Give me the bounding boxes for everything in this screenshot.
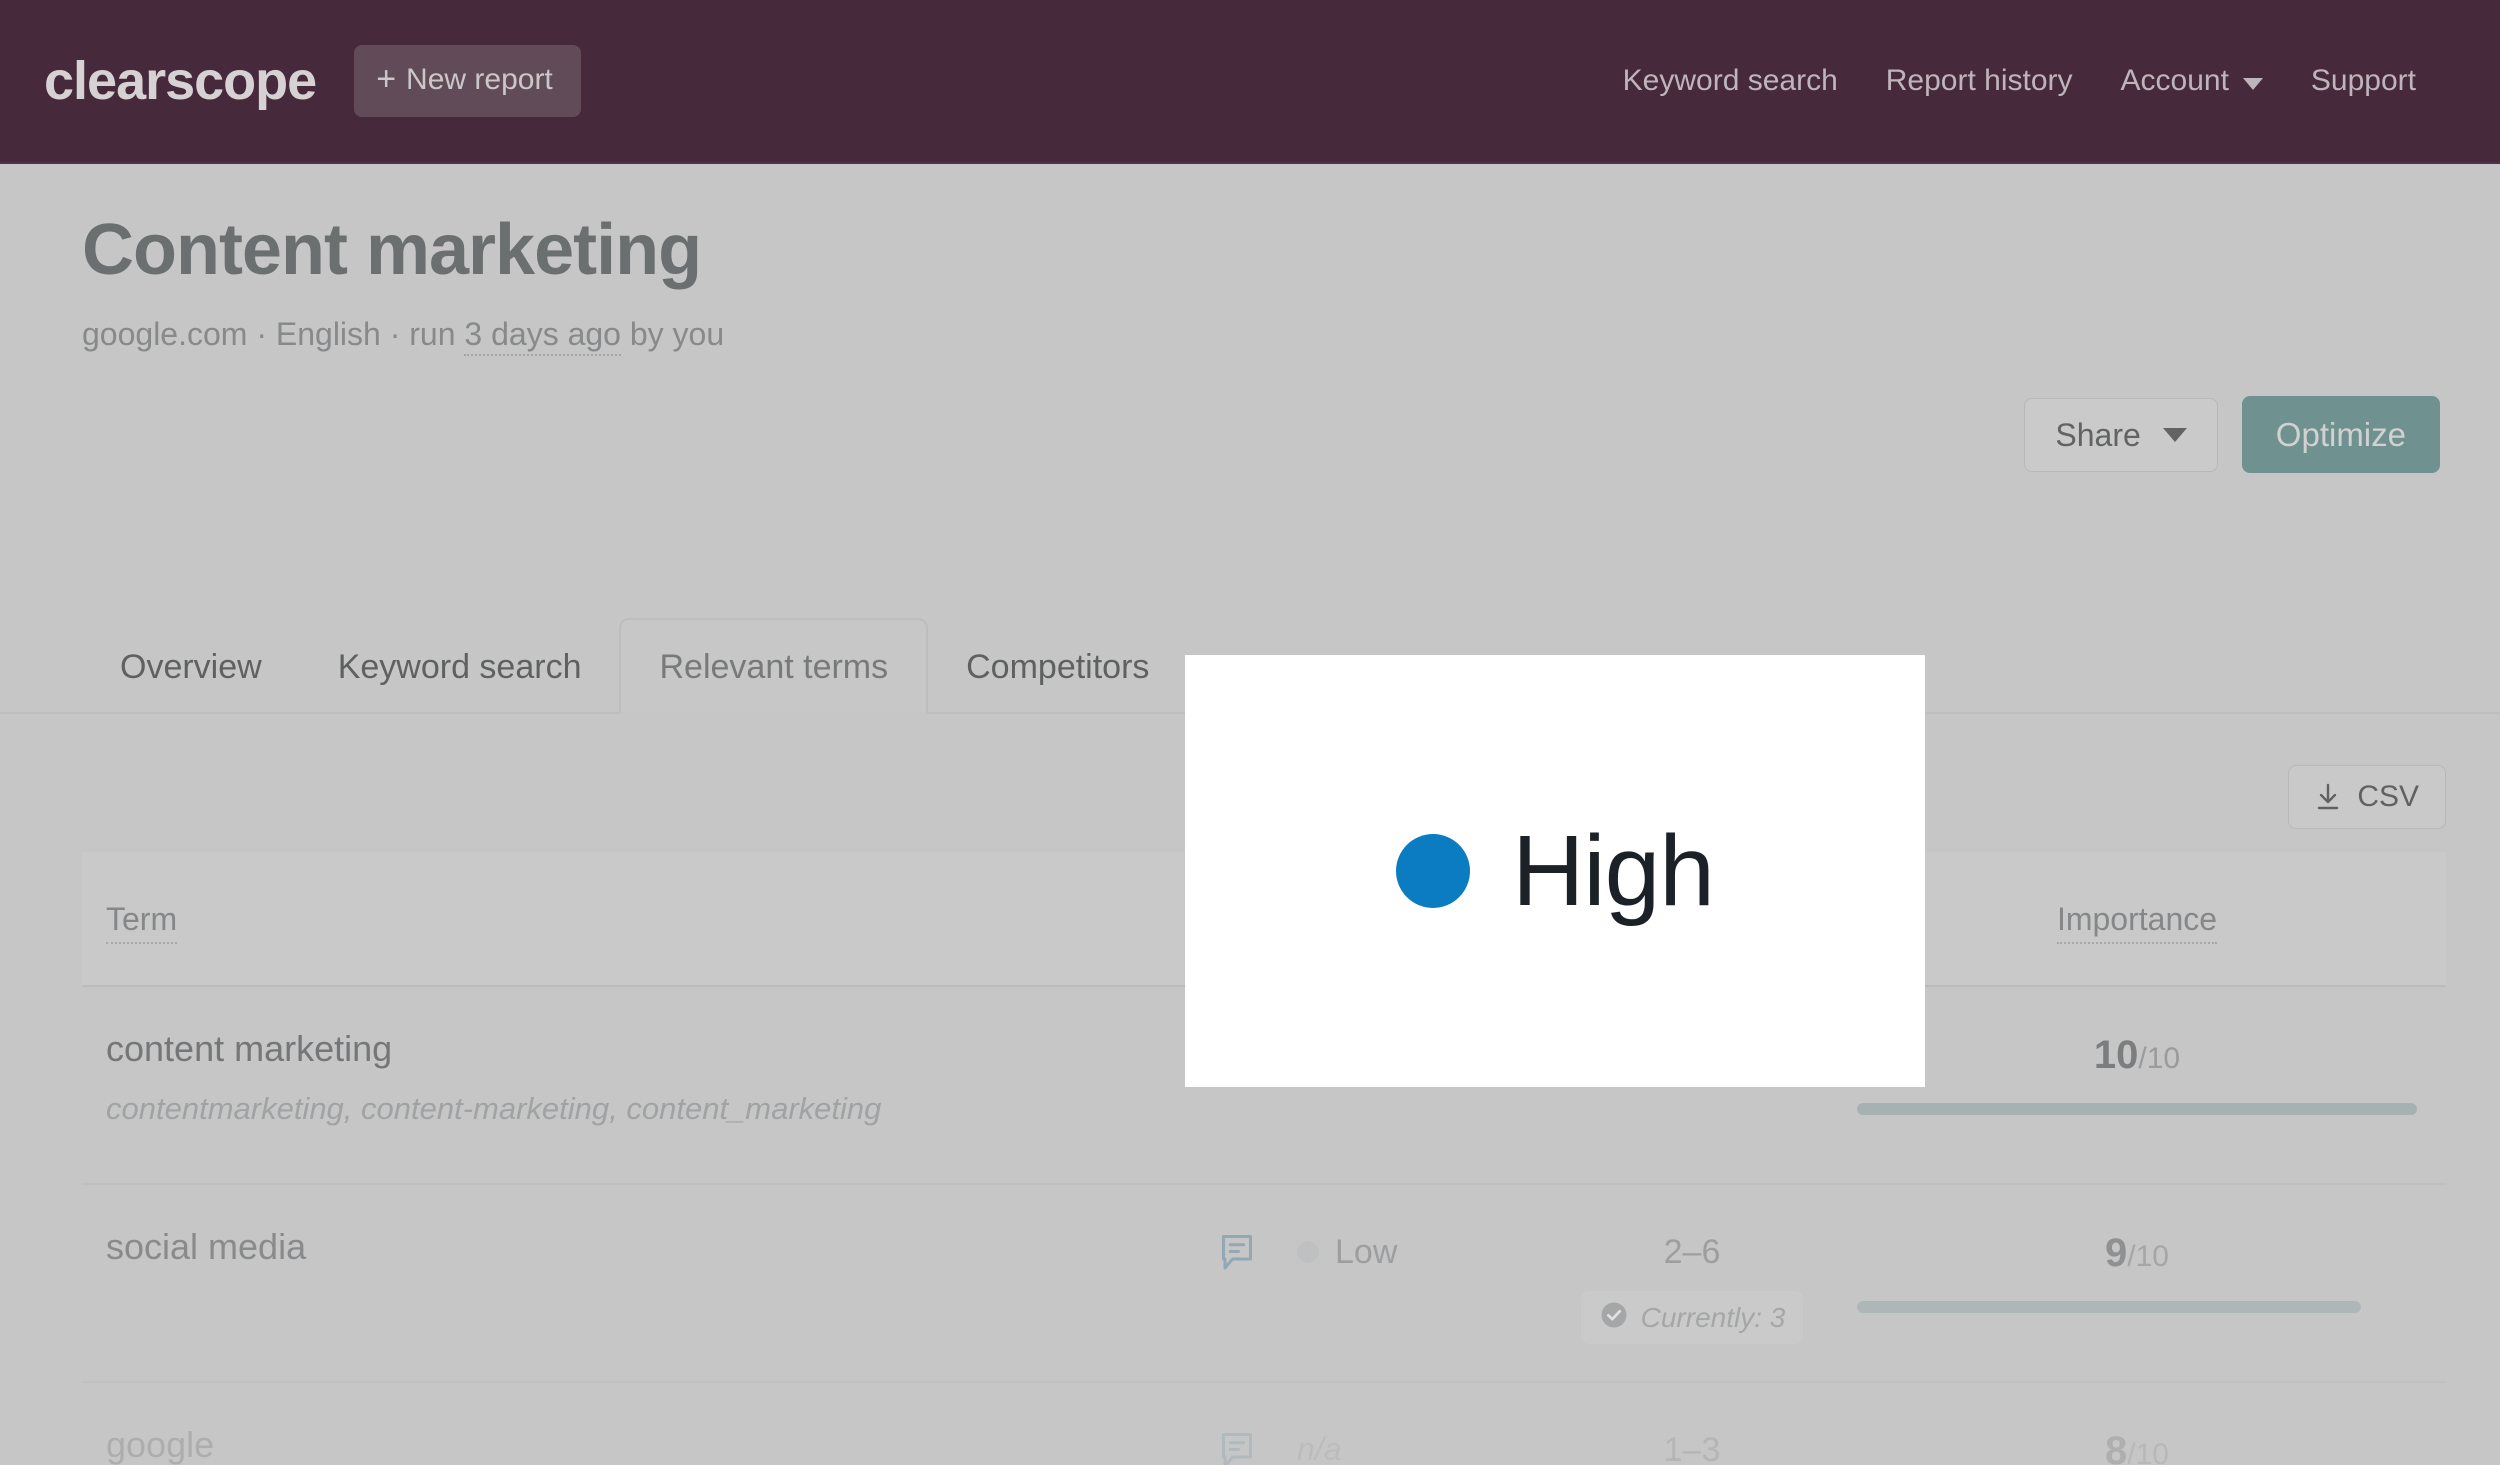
new-report-button[interactable]: + New report bbox=[354, 45, 581, 117]
cell-volume: Low bbox=[1297, 1229, 1527, 1269]
usage-current-badge: Currently: 3 bbox=[1580, 1291, 1804, 1344]
report-meta: google.com · English · run 3 days ago by… bbox=[82, 316, 725, 356]
nav-item-label: Account bbox=[2120, 64, 2229, 97]
table-row[interactable]: social media Low 2–6 Currently: 3 9/10 bbox=[82, 1185, 2446, 1383]
volume-dot-icon bbox=[1297, 1241, 1319, 1263]
importance-value: 9 bbox=[2105, 1231, 2128, 1275]
cell-importance: 9/10 bbox=[1857, 1229, 2417, 1313]
cell-note bbox=[1177, 1427, 1297, 1465]
nav-item-support[interactable]: Support bbox=[2287, 64, 2440, 98]
csv-label: CSV bbox=[2357, 780, 2419, 813]
cell-volume: n/a bbox=[1297, 1427, 1527, 1465]
top-navigation-bar: clearscope + New report Keyword search R… bbox=[0, 0, 2500, 164]
term-variants: contentmarketing, content-marketing, con… bbox=[106, 1091, 882, 1126]
report-header: Content marketing google.com · English ·… bbox=[82, 210, 725, 356]
report-run-time[interactable]: 3 days ago bbox=[464, 316, 621, 356]
importance-score: 10/10 bbox=[1857, 1031, 2417, 1075]
importance-value: 10 bbox=[2093, 1033, 2139, 1077]
download-icon bbox=[2315, 783, 2341, 811]
cell-note bbox=[1177, 1229, 1297, 1278]
nav-item-label: Support bbox=[2310, 64, 2416, 97]
nav-item-report-history[interactable]: Report history bbox=[1862, 64, 2097, 98]
column-header-importance-label: Importance bbox=[2056, 900, 2218, 944]
chevron-down-icon bbox=[2162, 427, 2187, 442]
nav-item-label: Report history bbox=[1885, 64, 2073, 97]
importance-bar-track bbox=[1857, 1103, 2417, 1115]
usage-target: 1–3 bbox=[1663, 1431, 1721, 1465]
importance-denominator: /10 bbox=[2138, 1042, 2181, 1075]
importance-bar-track bbox=[1857, 1301, 2417, 1313]
importance-denominator: /10 bbox=[2127, 1438, 2169, 1465]
share-label: Share bbox=[2055, 416, 2141, 453]
report-language: English bbox=[275, 316, 381, 352]
column-header-term-label: Term bbox=[106, 900, 178, 944]
plus-icon: + bbox=[376, 60, 397, 98]
cell-term: content marketing contentmarketing, cont… bbox=[82, 1028, 1177, 1126]
cell-term: social media bbox=[82, 1229, 1177, 1265]
usage-target: 2–6 bbox=[1663, 1233, 1721, 1271]
importance-denominator: /10 bbox=[2127, 1240, 2169, 1273]
app-root: clearscope + New report Keyword search R… bbox=[0, 0, 2500, 1465]
new-report-label: New report bbox=[406, 63, 553, 96]
chevron-down-icon bbox=[2242, 78, 2263, 90]
volume-label: n/a bbox=[1297, 1431, 1342, 1465]
cell-importance: 8/10 bbox=[1857, 1427, 2417, 1465]
page-title: Content marketing bbox=[82, 210, 702, 290]
term-name: content marketing bbox=[106, 1028, 393, 1069]
volume-dot-icon bbox=[1396, 834, 1471, 908]
nav-item-keyword-search[interactable]: Keyword search bbox=[1599, 64, 1862, 98]
cell-importance: 10/10 bbox=[1857, 1031, 2417, 1115]
column-header-importance[interactable]: Importance bbox=[1857, 900, 2417, 944]
importance-bar-fill bbox=[1857, 1103, 2417, 1115]
report-run-prefix: run bbox=[409, 316, 456, 352]
report-actions: Share Optimize bbox=[2024, 396, 2440, 473]
report-domain: google.com bbox=[82, 316, 248, 352]
importance-score: 9/10 bbox=[1857, 1229, 2417, 1273]
tab-relevant-terms[interactable]: Relevant terms bbox=[619, 618, 929, 714]
importance-bar-fill bbox=[1857, 1301, 2361, 1313]
report-run-suffix: by you bbox=[629, 316, 725, 352]
comment-icon[interactable] bbox=[1219, 1233, 1255, 1278]
nav-item-account[interactable]: Account bbox=[2097, 64, 2287, 98]
meta-separator: · bbox=[256, 316, 267, 352]
volume-label: Low bbox=[1335, 1233, 1398, 1271]
download-csv-button[interactable]: CSV bbox=[2288, 765, 2446, 829]
volume-indicator: Low bbox=[1297, 1229, 1527, 1269]
volume-legend-overlay: High bbox=[1185, 655, 1925, 1087]
meta-separator: · bbox=[389, 316, 401, 352]
clearscope-logo[interactable]: clearscope bbox=[44, 54, 317, 108]
importance-value: 8 bbox=[2105, 1429, 2128, 1465]
tab-competitors[interactable]: Competitors bbox=[928, 620, 1187, 712]
optimize-button[interactable]: Optimize bbox=[2241, 396, 2440, 473]
cell-usage: 1–3 Currently: 11 bbox=[1527, 1427, 1857, 1465]
tab-keyword-search[interactable]: Keyword search bbox=[300, 620, 620, 712]
volume-legend-label: High bbox=[1512, 815, 1715, 927]
column-header-term[interactable]: Term bbox=[82, 900, 1177, 944]
nav-links: Keyword search Report history Account Su… bbox=[1599, 64, 2440, 98]
check-circle-icon bbox=[1599, 1300, 1629, 1335]
share-button[interactable]: Share bbox=[2024, 397, 2218, 472]
tab-overview[interactable]: Overview bbox=[82, 620, 300, 712]
comment-icon[interactable] bbox=[1219, 1431, 1255, 1465]
importance-score: 8/10 bbox=[1857, 1427, 2417, 1465]
term-name: google bbox=[106, 1424, 215, 1465]
table-row[interactable]: google n/a 1–3 8/10 bbox=[82, 1383, 2446, 1465]
cell-usage: 2–6 Currently: 3 bbox=[1527, 1229, 1857, 1344]
usage-current-label: Currently: 3 bbox=[1640, 1301, 1786, 1333]
nav-item-label: Keyword search bbox=[1622, 64, 1838, 97]
cell-term: google bbox=[82, 1427, 1177, 1463]
term-name: social media bbox=[106, 1226, 307, 1267]
